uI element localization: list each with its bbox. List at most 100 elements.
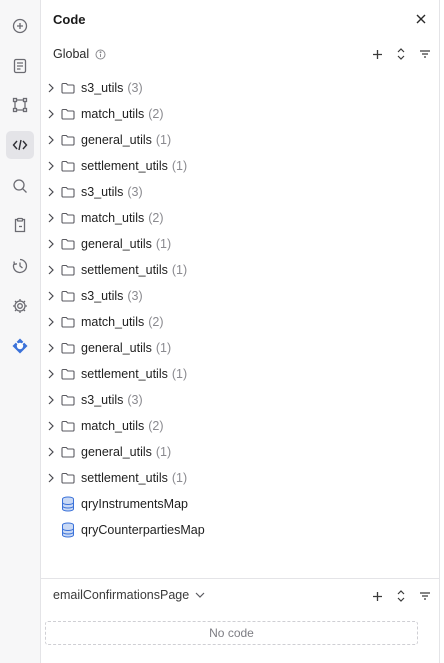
chevron-right-icon (48, 135, 54, 145)
tree-folder-row[interactable]: settlement_utils (1) (41, 257, 440, 283)
tree-folder-row[interactable]: s3_utils (3) (41, 387, 440, 413)
chevron-right-icon (48, 83, 54, 93)
plugin-button[interactable] (6, 332, 34, 360)
folder-label: settlement_utils (1) (81, 159, 187, 173)
panel-title: Code (53, 12, 86, 27)
folder-count: (2) (148, 419, 164, 433)
global-label: Global (53, 47, 90, 61)
query-name: qryInstrumentsMap (81, 497, 188, 511)
folder-count: (2) (148, 315, 164, 329)
folder-icon (61, 134, 75, 146)
pages-button[interactable] (6, 52, 34, 80)
folder-name: general_utils (81, 237, 152, 251)
info-icon[interactable] (95, 49, 106, 60)
no-code-placeholder: No code (45, 621, 418, 645)
settings-button[interactable] (6, 292, 34, 320)
folder-name: s3_utils (81, 289, 124, 303)
tree-folder-row[interactable]: match_utils (2) (41, 413, 440, 439)
filter-button[interactable] (416, 45, 434, 63)
folder-count: (1) (155, 237, 172, 251)
folder-label: match_utils (2) (81, 315, 164, 329)
code-button[interactable] (6, 131, 34, 159)
folder-icon (61, 82, 75, 94)
folder-name: s3_utils (81, 393, 124, 407)
no-code-text: No code (209, 626, 254, 640)
state-button[interactable] (6, 211, 34, 239)
chevron-right-icon (48, 421, 54, 431)
tree-folder-row[interactable]: s3_utils (3) (41, 179, 440, 205)
folder-count: (1) (171, 367, 188, 381)
tree-folder-row[interactable]: general_utils (1) (41, 439, 440, 465)
folder-name: settlement_utils (81, 471, 168, 485)
chevron-right-icon (48, 187, 54, 197)
folder-name: settlement_utils (81, 263, 168, 277)
tree-folder-row[interactable]: match_utils (2) (41, 309, 440, 335)
components-icon (12, 97, 28, 113)
folder-count: (1) (171, 263, 188, 277)
chevron-right-icon (48, 395, 54, 405)
components-button[interactable] (6, 91, 34, 119)
code-tree: s3_utils (3) match_utils (2) general_utils (1… (41, 75, 440, 543)
history-button[interactable] (6, 252, 34, 280)
folder-name: general_utils (81, 445, 152, 459)
plugin-icon (12, 338, 28, 354)
tree-folder-row[interactable]: settlement_utils (1) (41, 153, 440, 179)
folder-label: general_utils (1) (81, 237, 171, 251)
query-name: qryCounterpartiesMap (81, 523, 205, 537)
folder-label: general_utils (1) (81, 445, 171, 459)
chevron-right-icon (48, 447, 54, 457)
page-expand-collapse-button[interactable] (392, 587, 410, 605)
filter-icon (420, 592, 430, 600)
folder-icon (61, 186, 75, 198)
tree-folder-row[interactable]: settlement_utils (1) (41, 465, 440, 491)
unfold-icon (397, 590, 405, 602)
folder-label: general_utils (1) (81, 133, 171, 147)
tree-folder-row[interactable]: general_utils (1) (41, 127, 440, 153)
folder-icon (61, 108, 75, 120)
history-icon (12, 258, 28, 274)
close-button[interactable] (413, 11, 429, 27)
code-icon (12, 139, 28, 151)
tree-folder-row[interactable]: general_utils (1) (41, 335, 440, 361)
folder-count: (3) (127, 289, 143, 303)
chevron-right-icon (48, 161, 54, 171)
tree-folder-row[interactable]: s3_utils (3) (41, 75, 440, 101)
folder-count: (3) (127, 393, 143, 407)
folder-icon (61, 264, 75, 276)
page-filter-button[interactable] (416, 587, 434, 605)
tree-folder-row[interactable]: match_utils (2) (41, 101, 440, 127)
query-row[interactable]: qryCounterpartiesMap (41, 517, 440, 543)
folder-icon (61, 472, 75, 484)
folder-label: s3_utils (3) (81, 81, 143, 95)
folder-name: s3_utils (81, 81, 124, 95)
query-row[interactable]: qryInstrumentsMap (41, 491, 440, 517)
tree-folder-row[interactable]: settlement_utils (1) (41, 361, 440, 387)
folder-label: s3_utils (3) (81, 289, 143, 303)
folder-count: (1) (171, 159, 188, 173)
folder-name: settlement_utils (81, 367, 168, 381)
folder-name: match_utils (81, 419, 145, 433)
tree-folder-row[interactable]: match_utils (2) (41, 205, 440, 231)
icon-rail (0, 0, 41, 663)
folder-name: match_utils (81, 315, 145, 329)
folder-name: settlement_utils (81, 159, 168, 173)
search-button[interactable] (6, 172, 34, 200)
tree-folder-row[interactable]: general_utils (1) (41, 231, 440, 257)
folder-count: (3) (127, 185, 143, 199)
folder-icon (61, 290, 75, 302)
expand-collapse-button[interactable] (392, 45, 410, 63)
chevron-right-icon (48, 265, 54, 275)
code-panel: Code Global s3_utils (3) match_utils (2) gen… (41, 0, 440, 663)
add-circle-icon (12, 18, 28, 34)
chevron-right-icon (48, 291, 54, 301)
folder-icon (61, 446, 75, 458)
folder-name: s3_utils (81, 185, 124, 199)
folder-name: general_utils (81, 133, 152, 147)
add-code-button[interactable] (368, 45, 386, 63)
add-button[interactable] (6, 12, 34, 40)
folder-label: match_utils (2) (81, 107, 164, 121)
tree-folder-row[interactable]: s3_utils (3) (41, 283, 440, 309)
divider (41, 578, 440, 579)
folder-name: general_utils (81, 341, 152, 355)
add-page-code-button[interactable] (368, 587, 386, 605)
